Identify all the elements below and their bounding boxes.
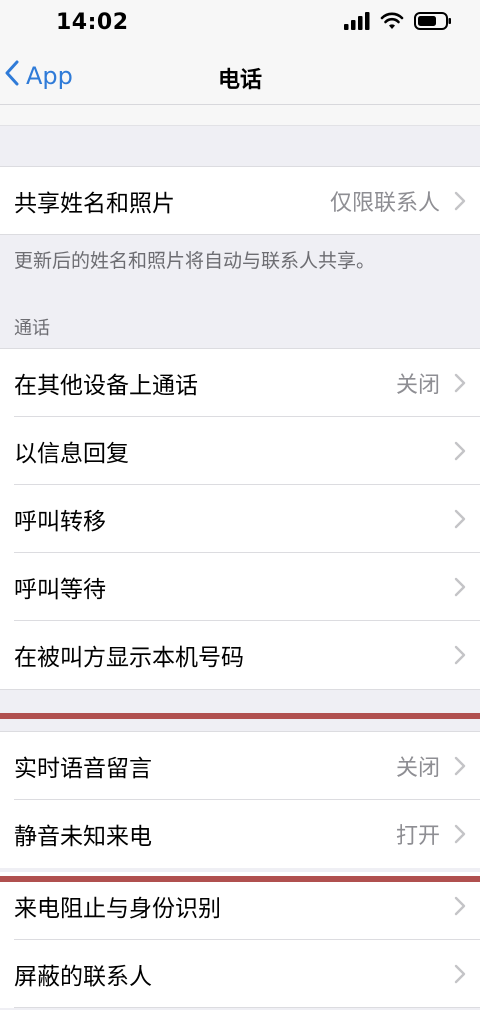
show-caller-id-row[interactable]: 在被叫方显示本机号码 [0, 621, 480, 689]
call-waiting-row[interactable]: 呼叫等待 [0, 553, 480, 621]
status-time: 14:02 [56, 10, 129, 35]
row-value: 仅限联系人 [329, 191, 440, 216]
chevron-right-icon [454, 645, 466, 665]
divider [0, 234, 480, 235]
row-separator [14, 1007, 480, 1008]
row-value: 关闭 [395, 756, 440, 781]
row-label: 实时语音留言 [14, 756, 152, 782]
share-name-photo-row[interactable]: 共享姓名和照片 仅限联系人 [0, 167, 480, 235]
page-title: 电话 [217, 68, 262, 93]
section-header-calls: 通话 [14, 318, 50, 339]
status-bar: 14:02 [0, 0, 480, 48]
row-label: 以信息回复 [14, 441, 129, 467]
divider [0, 689, 480, 690]
chevron-right-icon [454, 509, 466, 529]
row-label: 静音未知来电 [14, 824, 152, 850]
row-value: 关闭 [395, 373, 440, 398]
chevron-right-icon [454, 824, 466, 844]
battery-icon [414, 12, 452, 34]
annotation-line-bottom [0, 876, 480, 882]
annotation-line-top [0, 713, 480, 719]
call-forwarding-row[interactable]: 呼叫转移 [0, 485, 480, 553]
chevron-right-icon [454, 577, 466, 597]
row-label: 呼叫转移 [14, 509, 106, 535]
signal-icon [344, 12, 370, 34]
chevron-right-icon [454, 756, 466, 776]
row-label: 在其他设备上通话 [14, 373, 198, 399]
row-label: 在被叫方显示本机号码 [14, 645, 244, 671]
silence-unknown-callers-row[interactable]: 静音未知来电 打开 [0, 800, 480, 868]
wifi-icon [380, 12, 404, 34]
nav-bar: App 电话 [0, 48, 480, 105]
call-blocking-identification-row[interactable]: 来电阻止与身份识别 [0, 872, 480, 940]
chevron-right-icon [454, 896, 466, 916]
divider [0, 125, 480, 126]
chevron-right-icon [454, 373, 466, 393]
status-icons [344, 12, 452, 34]
chevron-right-icon [454, 441, 466, 461]
chevron-right-icon [454, 964, 466, 984]
sharing-footnote: 更新后的姓名和照片将自动与联系人共享。 [14, 250, 376, 272]
live-voicemail-row[interactable]: 实时语音留言 关闭 [0, 732, 480, 800]
chevron-right-icon [454, 191, 466, 211]
top-spacer [0, 105, 480, 125]
row-label: 屏蔽的联系人 [14, 964, 152, 990]
blocked-contacts-row[interactable]: 屏蔽的联系人 [0, 940, 480, 1008]
row-label: 来电阻止与身份识别 [14, 896, 221, 922]
row-label: 呼叫等待 [14, 577, 106, 603]
respond-with-text-row[interactable]: 以信息回复 [0, 417, 480, 485]
row-label: 共享姓名和照片 [14, 191, 175, 217]
divider [0, 166, 480, 167]
calls-on-other-devices-row[interactable]: 在其他设备上通话 关闭 [0, 349, 480, 417]
row-value: 打开 [395, 824, 440, 849]
